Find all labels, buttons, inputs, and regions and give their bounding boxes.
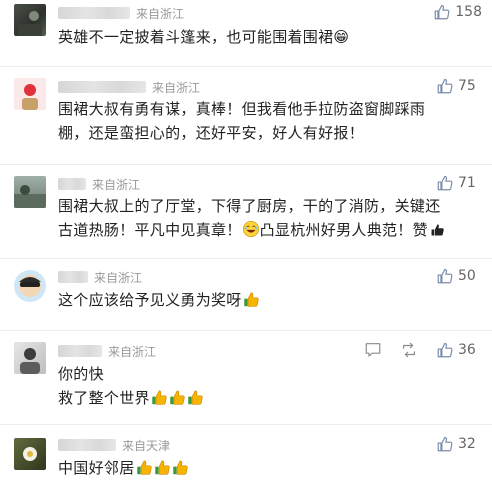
avatar[interactable]	[14, 438, 46, 470]
like-button[interactable]: 32	[436, 435, 482, 453]
avatar[interactable]	[14, 342, 46, 374]
retweet-icon[interactable]	[400, 341, 418, 359]
thumbs-up-outline-icon	[433, 3, 451, 21]
avatar-image	[18, 11, 42, 36]
avatar-image	[14, 185, 46, 208]
like-count: 75	[458, 78, 476, 94]
username-blurred[interactable]	[58, 439, 116, 451]
avatar[interactable]	[14, 176, 46, 208]
comment-text: 中国好邻居	[58, 456, 189, 480]
comment-actions: 71	[436, 174, 482, 192]
comment-actions: 50	[436, 267, 482, 285]
comment-meta: 来自浙江	[58, 78, 200, 96]
comment-line: 古道热肠！平凡中见真章！	[58, 221, 242, 239]
like-count: 36	[458, 342, 476, 358]
comment-meta: 来自浙江	[58, 175, 140, 193]
comment-actions: 32	[436, 435, 482, 453]
comment-5: 来自浙江 36 你的快 救了整个世界	[0, 336, 492, 426]
divider	[0, 258, 492, 259]
thumbs-up-emoji	[172, 459, 189, 476]
like-count: 50	[458, 268, 476, 284]
source-location: 来自浙江	[136, 6, 185, 21]
comment-text: 围裙大叔上的了厅堂，下得了厨房，干的了消防，关键还 古道热肠！平凡中见真章！ 凸显…	[58, 194, 446, 242]
divider	[0, 424, 492, 425]
like-button[interactable]: 75	[436, 77, 482, 95]
like-button[interactable]: 50	[436, 267, 482, 285]
like-button[interactable]: 36	[436, 341, 482, 359]
source-location: 来自浙江	[108, 344, 157, 359]
comment-line: 救了整个世界	[58, 389, 150, 407]
divider	[0, 330, 492, 331]
thumbs-up-outline-icon	[436, 341, 454, 359]
thumbs-up-outline-icon	[436, 77, 454, 95]
comment-meta: 来自天津	[58, 436, 170, 454]
comment-text: 你的快 救了整个世界	[58, 362, 204, 410]
comment-meta: 来自浙江	[58, 4, 184, 22]
like-count: 71	[458, 175, 476, 191]
comment-line: 你的快	[58, 365, 104, 383]
username-blurred[interactable]	[58, 81, 146, 93]
laughing-emoji	[242, 220, 260, 238]
avatar[interactable]	[14, 4, 46, 36]
comment-actions: 158	[433, 3, 482, 21]
comment-meta: 来自浙江	[58, 342, 156, 360]
comment-actions: 36	[364, 341, 482, 359]
comment-text: 这个应该给予见义勇为奖呀	[58, 288, 260, 312]
thumbs-up-emoji	[136, 459, 153, 476]
comment-bubble-icon[interactable]	[364, 341, 382, 359]
thumbs-up-dark-emoji	[429, 221, 446, 238]
comment-line: 这个应该给予见义勇为奖呀	[58, 291, 242, 309]
comment-4: 来自浙江 50 这个应该给予见义勇为奖呀	[0, 264, 492, 330]
thumbs-up-emoji	[151, 389, 168, 406]
like-count: 32	[458, 436, 476, 452]
source-location: 来自浙江	[92, 177, 141, 192]
username-blurred[interactable]	[58, 178, 86, 190]
avatar-image	[20, 348, 40, 374]
comment-line: 凸显杭州好男人典范！赞	[259, 221, 428, 239]
source-location: 来自浙江	[94, 270, 143, 285]
thumbs-up-emoji	[154, 459, 171, 476]
comment-6: 来自天津 32 中国好邻居	[0, 430, 492, 500]
comment-line: 棚，还是蛮担心的，还好平安，好人有好报！	[58, 124, 365, 142]
like-button[interactable]: 158	[433, 3, 482, 21]
thumbs-up-outline-icon	[436, 435, 454, 453]
source-location: 来自浙江	[152, 80, 201, 95]
like-button[interactable]: 71	[436, 174, 482, 192]
thumbs-up-outline-icon	[436, 174, 454, 192]
comment-line: 中国好邻居	[58, 459, 135, 477]
comment-text: 英雄不一定披着斗篷来，也可能围着围裙😁	[58, 25, 349, 49]
thumbs-up-emoji	[187, 389, 204, 406]
avatar-image	[19, 275, 41, 297]
thumbs-up-emoji	[243, 291, 260, 308]
comment-actions: 75	[436, 77, 482, 95]
avatar[interactable]	[14, 78, 46, 110]
comment-line: 英雄不一定披着斗篷来，也可能围着围裙😁	[58, 28, 350, 46]
username-blurred[interactable]	[58, 271, 88, 283]
like-count: 158	[455, 4, 482, 20]
comment-1: 来自浙江 158 英雄不一定披着斗篷来，也可能围着围裙😁	[0, 0, 492, 62]
avatar[interactable]	[14, 270, 46, 302]
username-blurred[interactable]	[58, 7, 130, 19]
comment-line: 围裙大叔有勇有谋，真棒！但我看他手拉防盗窗脚踩雨	[58, 100, 426, 118]
avatar-image	[22, 84, 38, 110]
avatar-image	[23, 447, 37, 461]
username-blurred[interactable]	[58, 345, 102, 357]
thumbs-up-emoji	[169, 389, 186, 406]
divider	[0, 164, 492, 165]
comment-text: 围裙大叔有勇有谋，真棒！但我看他手拉防盗窗脚踩雨 棚，还是蛮担心的，还好平安，好…	[58, 97, 425, 145]
divider	[0, 66, 492, 67]
comment-3: 来自浙江 71 围裙大叔上的了厅堂，下得了厨房，干的了消防，关键还 古道热肠！平…	[0, 170, 492, 262]
comment-meta: 来自浙江	[58, 268, 142, 286]
thumbs-up-outline-icon	[436, 267, 454, 285]
source-location: 来自天津	[122, 438, 171, 453]
comment-line: 围裙大叔上的了厅堂，下得了厨房，干的了消防，关键还	[58, 197, 441, 215]
comment-2: 来自浙江 75 围裙大叔有勇有谋，真棒！但我看他手拉防盗窗脚踩雨 棚，还是蛮担心…	[0, 72, 492, 162]
